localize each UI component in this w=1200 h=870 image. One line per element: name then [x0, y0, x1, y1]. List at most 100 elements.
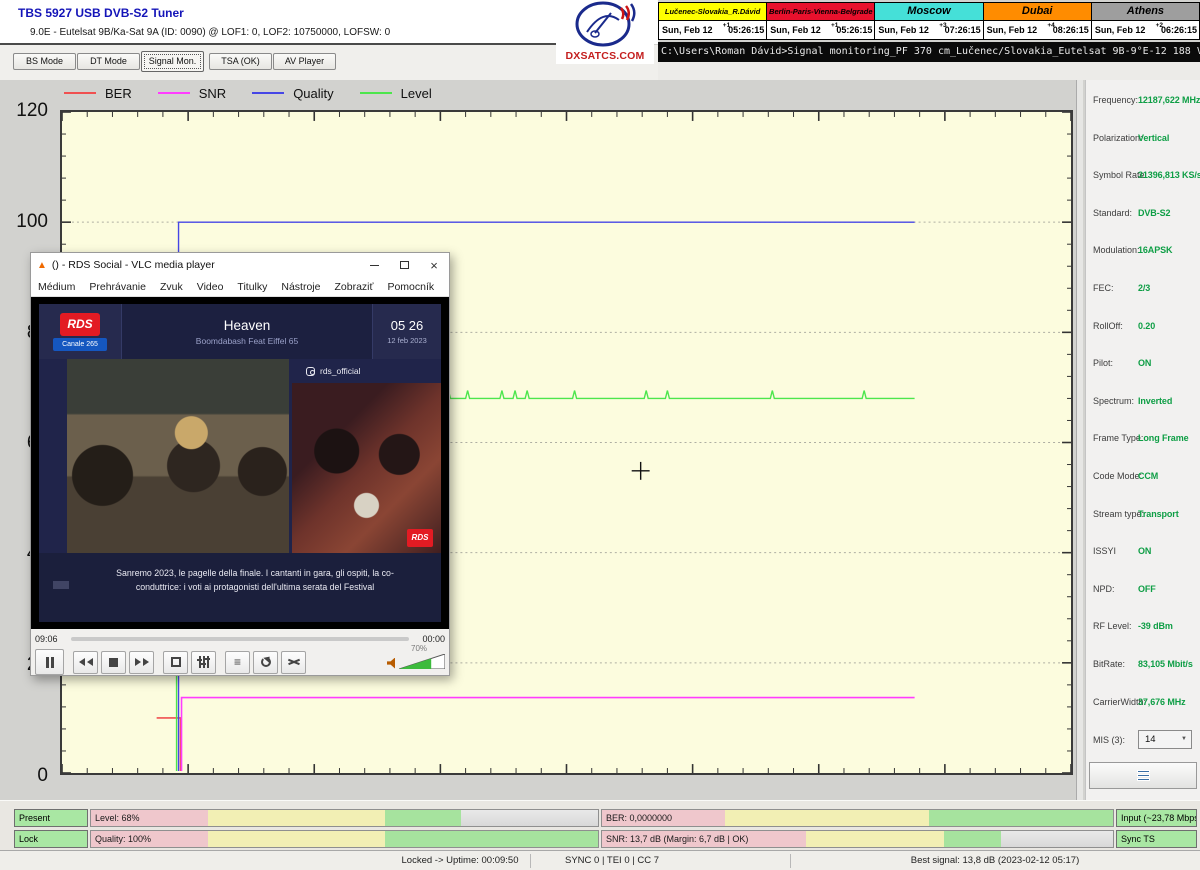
param-standard: Standard:DVB-S2	[1086, 197, 1200, 235]
pause-button[interactable]	[35, 649, 64, 675]
loop-icon	[261, 657, 271, 667]
onscreen-date: 12 feb 2023	[387, 336, 427, 345]
console-window[interactable]: C:\Users\Roman Dávid>Signal monitoring_P…	[658, 42, 1200, 62]
legend-ber: BER	[64, 86, 132, 101]
clock-dubai: Dubai Sun, Feb 12 +4 08:26:15	[983, 3, 1091, 39]
volume-control[interactable]: 70%	[387, 654, 445, 671]
status-divider	[790, 854, 791, 868]
param-issyi: ISSYION	[1086, 535, 1200, 573]
param-rf-level: RF Level:-39 dBm	[1086, 610, 1200, 648]
shuffle-icon	[288, 657, 300, 667]
lock-badge: Lock	[14, 830, 88, 848]
vlc-window: ▲ () - RDS Social - VLC media player × M…	[30, 252, 450, 676]
instagram-row: rds_official	[292, 359, 441, 383]
song-title: Heaven	[224, 318, 271, 333]
clock-berlin: Berlin-Paris-Vienna-Belgrade Sun, Feb 12…	[766, 3, 874, 39]
status-bar: Locked -> Uptime: 00:09:50 SYNC 0 | TEI …	[0, 850, 1200, 870]
next-icon	[135, 658, 141, 666]
menu-subtitles[interactable]: Titulky	[230, 277, 274, 296]
chart-scrollbar[interactable]	[1076, 80, 1083, 800]
menu-help[interactable]: Pomocník	[380, 277, 441, 296]
vlc-cone-icon: ▲	[37, 260, 47, 271]
menu-playback[interactable]: Prehrávanie	[82, 277, 153, 296]
param-polarization: Polarization:Vertical	[1086, 122, 1200, 160]
legend-line-ber	[64, 92, 96, 94]
clock-date: Sun, Feb 12	[662, 25, 713, 35]
app-title: TBS 5927 USB DVB-S2 Tuner	[18, 6, 184, 20]
fullscreen-button[interactable]	[163, 651, 188, 674]
clock-city-label: Dubai	[984, 3, 1091, 21]
legend-snr: SNR	[158, 86, 226, 101]
param-fec: FEC:2/3	[1086, 272, 1200, 310]
now-playing-section: Heaven Boomdabash Feat Eiffel 65	[121, 304, 373, 359]
vlc-video-area[interactable]: RDS Canale 265 Heaven Boomdabash Feat Ei…	[31, 297, 449, 629]
studio-feed-image	[292, 383, 441, 553]
meter-segment	[725, 810, 929, 826]
present-badge: Present	[14, 809, 88, 827]
sync-status: SYNC 0 | TEI 0 | CC 7	[565, 855, 659, 866]
close-button[interactable]: ×	[419, 253, 449, 277]
elapsed-time: 09:06	[35, 634, 65, 644]
tab-signal-mon[interactable]: Signal Mon.	[141, 51, 204, 72]
param-bitrate: BitRate:83,105 Mbit/s	[1086, 648, 1200, 686]
loop-button[interactable]	[253, 651, 278, 674]
next-button[interactable]	[129, 651, 154, 674]
spacer	[658, 62, 1200, 80]
rds-badge: RDS	[407, 529, 433, 547]
clock-date: Sun, Feb 12	[878, 25, 929, 35]
param-carrier-width: CarrierWidth:37,676 MHz	[1086, 686, 1200, 724]
volume-percent: 70%	[411, 644, 427, 653]
menu-video[interactable]: Video	[190, 277, 231, 296]
tab-bs-mode[interactable]: BS Mode	[13, 53, 76, 70]
clock-date: Sun, Feb 12	[770, 25, 821, 35]
clock-city-label: Moscow	[875, 3, 982, 21]
volume-slider[interactable]	[399, 654, 445, 669]
input-badge: Input (~23,78 Mbps)	[1116, 809, 1197, 827]
stop-button[interactable]	[101, 651, 126, 674]
tab-av-player[interactable]: AV Player	[273, 53, 336, 70]
pause-icon	[46, 657, 49, 668]
clock-date: Sun, Feb 12	[1095, 25, 1146, 35]
caption-strip: Sanremo 2023, le pagelle della finale. I…	[39, 553, 441, 622]
previous-button[interactable]	[73, 651, 98, 674]
sync-ts-badge: Sync TS	[1116, 830, 1197, 848]
param-mis: MIS (3): 14 ▼	[1086, 727, 1200, 757]
satellite-dish-icon	[573, 0, 637, 48]
stream-list-button[interactable]	[1089, 762, 1197, 789]
meter-segment	[944, 831, 1000, 847]
tab-tsa[interactable]: TSA (OK)	[209, 53, 272, 70]
maximize-icon	[400, 261, 409, 269]
level-meter: Level: 68%	[90, 809, 599, 827]
satellite-subtitle: 9.0E - Eutelsat 9B/Ka-Sat 9A (ID: 0090) …	[30, 27, 390, 38]
rds-logo: RDS	[60, 313, 100, 336]
meter-segment	[806, 831, 944, 847]
tab-dt-mode[interactable]: DT Mode	[77, 53, 140, 70]
vlc-seek-row: 09:06 00:00	[35, 631, 445, 647]
shuffle-button[interactable]	[281, 651, 306, 674]
menu-audio[interactable]: Zvuk	[153, 277, 190, 296]
console-prompt: C:\Users\Roman Dávid>Signal monitoring_P…	[658, 42, 1200, 62]
instagram-handle: rds_official	[320, 366, 360, 376]
seek-slider[interactable]	[71, 637, 409, 641]
param-modulation: Modulation:16APSK	[1086, 234, 1200, 272]
minimize-button[interactable]	[359, 253, 389, 277]
caption-text: Sanremo 2023, le pagelle della finale. I…	[99, 567, 411, 594]
legend-line-level	[360, 92, 392, 94]
playlist-button[interactable]: ≡	[225, 651, 250, 674]
extended-settings-button[interactable]	[191, 651, 216, 674]
clock-city-label: Lučenec-Slovakia_R.Dávid	[659, 3, 766, 21]
mis-select[interactable]: 14 ▼	[1138, 730, 1192, 749]
clock-moscow: Moscow Sun, Feb 12 +3 07:26:15	[874, 3, 982, 39]
menu-tools[interactable]: Nástroje	[274, 277, 327, 296]
best-signal-status: Best signal: 13,8 dB (2023-02-12 05:17)	[911, 855, 1079, 866]
vlc-title-bar[interactable]: ▲ () - RDS Social - VLC media player ×	[31, 253, 449, 277]
maximize-button[interactable]	[389, 253, 419, 277]
vlc-menu-bar: Médium Prehrávanie Zvuk Video Titulky Ná…	[31, 277, 449, 297]
world-clocks: Lučenec-Slovakia_R.Dávid Sun, Feb 12 +1 …	[658, 2, 1200, 40]
total-time: 00:00	[415, 634, 445, 644]
menu-medium[interactable]: Médium	[31, 277, 82, 296]
signal-meters: Present Level: 68% BER: 0,0000000 Input …	[0, 800, 1200, 850]
menu-view[interactable]: Zobraziť	[327, 277, 380, 296]
param-npd: NPD:OFF	[1086, 573, 1200, 611]
param-frame-type: Frame Type:Long Frame	[1086, 422, 1200, 460]
